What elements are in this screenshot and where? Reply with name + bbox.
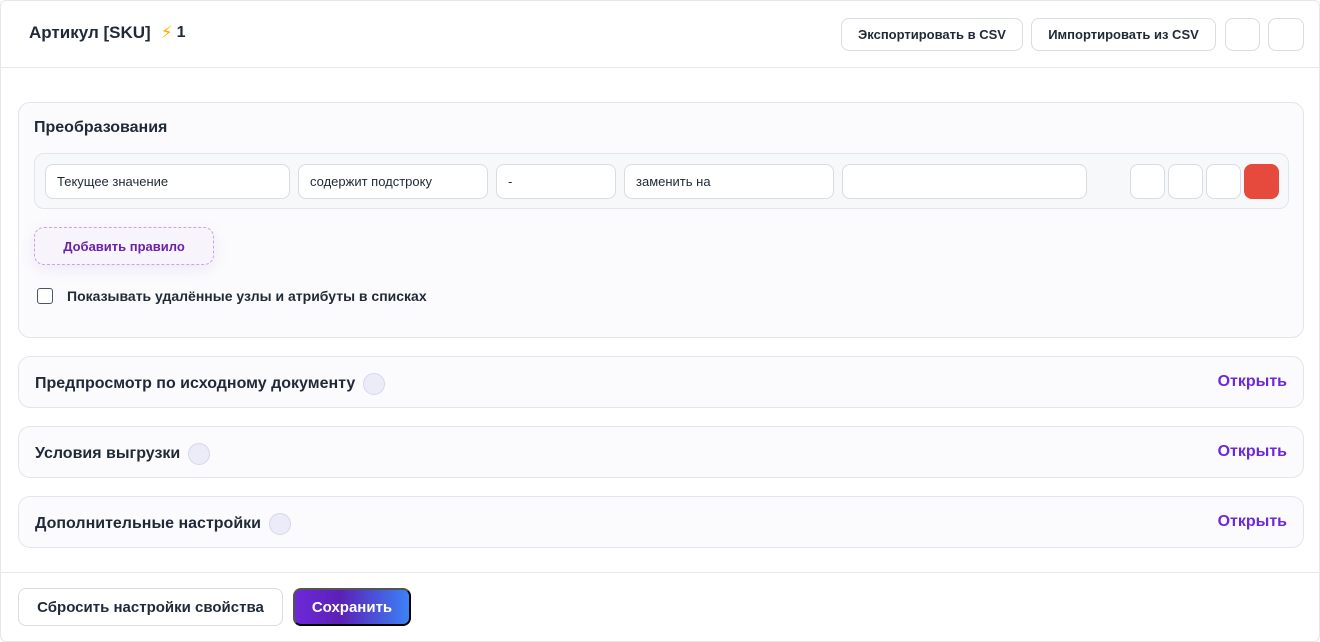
section-title: Условия выгрузки bbox=[35, 443, 211, 465]
property-settings-panel: Артикул [SKU] ⚡ 1 Экспортировать в CSV И… bbox=[0, 0, 1320, 642]
preview-section: Предпросмотр по исходному документу Откр… bbox=[18, 356, 1304, 408]
rule-condition-select[interactable]: содержит подстроку bbox=[298, 164, 488, 199]
open-additional-link[interactable]: Открыть bbox=[1218, 513, 1287, 531]
rule-copy-button[interactable] bbox=[1206, 164, 1241, 199]
page-title: Артикул [SKU] ⚡ 1 bbox=[29, 23, 186, 43]
section-title-text: Предпросмотр по исходному документу bbox=[35, 375, 356, 392]
import-csv-button[interactable]: Импортировать из CSV bbox=[1031, 18, 1216, 51]
panel-footer: Сбросить настройки свойства Сохранить bbox=[1, 572, 1320, 642]
header-icon-button-2[interactable] bbox=[1268, 18, 1304, 51]
open-preview-link[interactable]: Открыть bbox=[1218, 373, 1287, 391]
rule-move-up-button[interactable] bbox=[1130, 164, 1165, 199]
lightning-icon: ⚡ bbox=[160, 23, 173, 42]
header-icon-button-1[interactable] bbox=[1225, 18, 1260, 51]
rule-count: 1 bbox=[176, 24, 186, 41]
export-conditions-section: Условия выгрузки Открыть bbox=[18, 426, 1304, 478]
section-title: Дополнительные настройки bbox=[35, 513, 291, 535]
additional-settings-section: Дополнительные настройки Открыть bbox=[18, 496, 1304, 548]
section-title-text: Условия выгрузки bbox=[35, 445, 181, 462]
help-icon[interactable] bbox=[363, 373, 386, 395]
help-icon[interactable] bbox=[188, 443, 211, 465]
save-button[interactable]: Сохранить bbox=[293, 588, 411, 626]
transformations-title: Преобразования bbox=[34, 119, 168, 136]
panel-header: Артикул [SKU] ⚡ 1 Экспортировать в CSV И… bbox=[1, 1, 1320, 68]
show-deleted-checkbox[interactable] bbox=[37, 288, 53, 304]
show-deleted-label: Показывать удалённые узлы и атрибуты в с… bbox=[67, 288, 427, 304]
reset-settings-button[interactable]: Сбросить настройки свойства bbox=[18, 588, 283, 626]
rule-action-select[interactable]: заменить на bbox=[624, 164, 834, 199]
section-title-text: Дополнительные настройки bbox=[35, 515, 261, 532]
rule-source-select[interactable]: Текущее значение bbox=[45, 164, 290, 199]
open-conditions-link[interactable]: Открыть bbox=[1218, 443, 1287, 461]
help-icon[interactable] bbox=[269, 513, 291, 535]
rule-value-input[interactable]: - bbox=[496, 164, 616, 199]
transformation-rule-row: Текущее значение содержит подстроку - за… bbox=[34, 153, 1289, 209]
show-deleted-option: Показывать удалённые узлы и атрибуты в с… bbox=[37, 288, 427, 304]
export-csv-button[interactable]: Экспортировать в CSV bbox=[841, 18, 1023, 51]
section-title: Предпросмотр по исходному документу bbox=[35, 373, 386, 395]
rule-replacement-input[interactable] bbox=[842, 164, 1087, 199]
add-rule-button[interactable]: Добавить правило bbox=[34, 227, 214, 265]
rule-delete-button[interactable] bbox=[1244, 164, 1279, 199]
title-text: Артикул [SKU] bbox=[29, 23, 151, 42]
rule-move-down-button[interactable] bbox=[1168, 164, 1203, 199]
transformations-card: Преобразования Текущее значение содержит… bbox=[18, 102, 1304, 338]
